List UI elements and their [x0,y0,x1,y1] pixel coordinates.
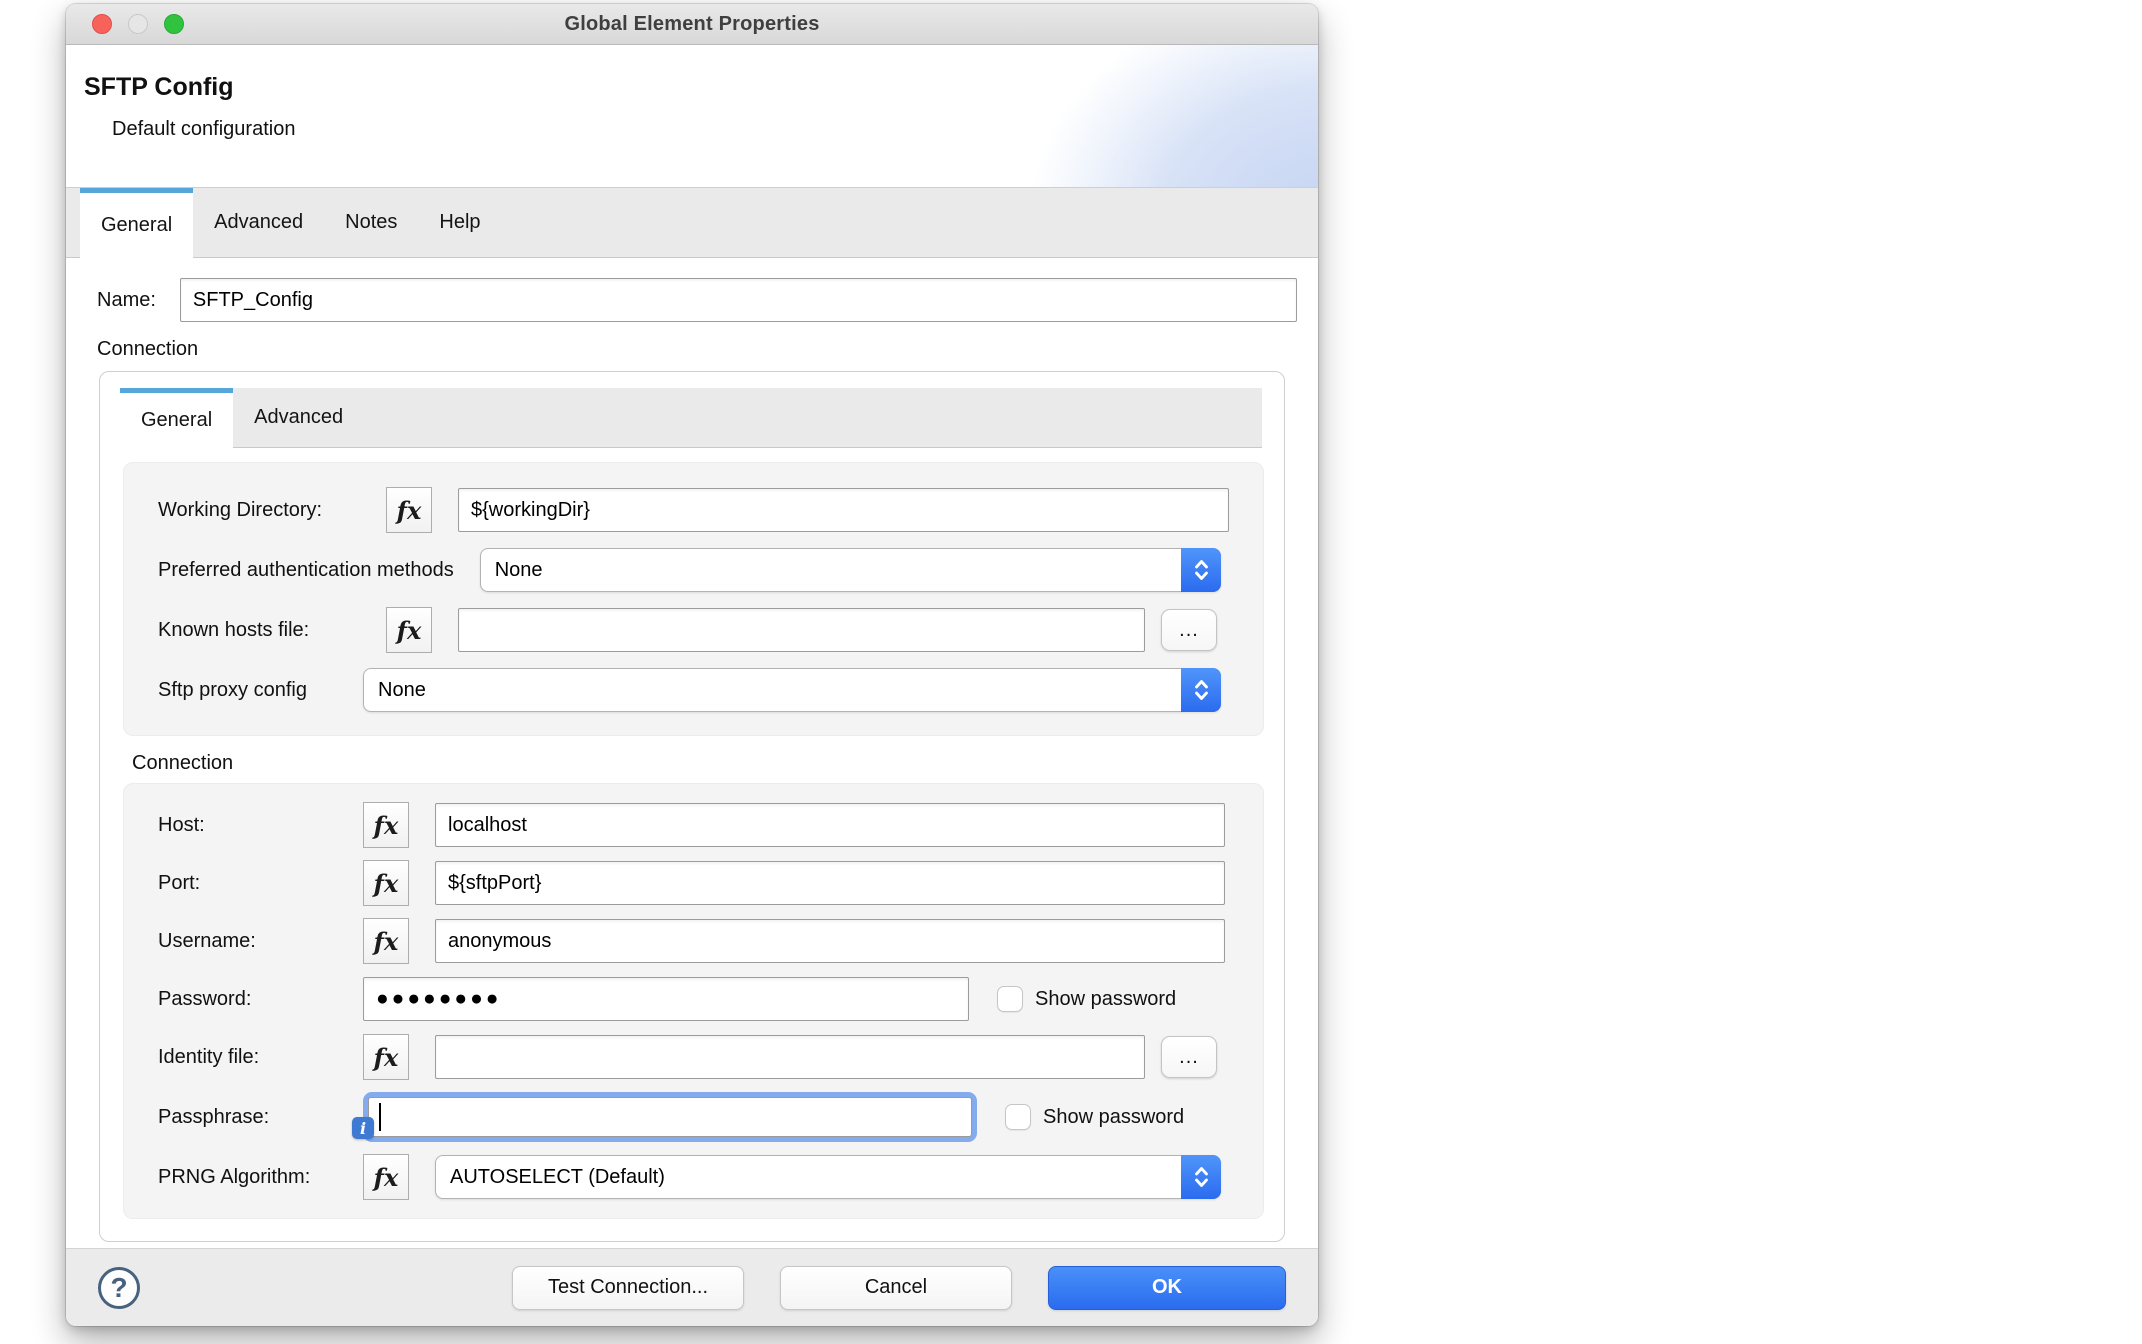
general-settings-group: Working Directory: fx Preferred authenti… [123,462,1264,736]
preferred-auth-label: Preferred authentication methods [158,559,454,582]
fx-icon: fx [397,496,422,525]
connection-settings-group: Host: fx Port: fx Username: fx [123,783,1264,1219]
title-bar: Global Element Properties [66,4,1318,45]
dropdown-stepper-icon [1181,1155,1221,1199]
username-input[interactable] [435,919,1225,963]
password-label: Password: [158,988,363,1011]
passphrase-label: Passphrase: [158,1106,363,1129]
connection-section-label: Connection [97,338,1297,361]
desktop-background: Global Element Properties SFTP Config De… [0,0,2142,1344]
fx-button[interactable]: fx [363,860,409,906]
tab-notes[interactable]: Notes [324,188,418,257]
fx-button[interactable]: fx [386,487,432,533]
fx-button[interactable]: fx [363,1034,409,1080]
zoom-button[interactable] [164,14,184,34]
tab-advanced[interactable]: Advanced [193,188,324,257]
password-input[interactable]: ●●●●●●●● [363,977,969,1021]
port-input[interactable] [435,861,1225,905]
sftp-proxy-row: Sftp proxy config None [158,667,1229,713]
fx-icon: fx [374,1163,399,1192]
dropdown-stepper-icon [1181,548,1221,592]
show-passphrase-checkbox[interactable]: Show password [1005,1104,1184,1130]
browse-button[interactable]: ... [1161,1036,1217,1078]
window-controls [92,14,184,34]
window-title: Global Element Properties [564,13,819,36]
identity-file-input[interactable] [435,1035,1145,1079]
host-label: Host: [158,814,363,837]
known-hosts-row: Known hosts file: fx ... [158,607,1229,653]
identity-file-label: Identity file: [158,1046,363,1069]
checkbox-icon [1005,1104,1031,1130]
dialog-footer: ? Test Connection... Cancel OK [66,1248,1318,1326]
close-button[interactable] [92,14,112,34]
fx-icon: fx [374,927,399,956]
preferred-auth-value: None [495,559,543,582]
password-row: Password: ●●●●●●●● Show password [158,976,1229,1022]
show-password-label: Show password [1035,988,1176,1011]
port-label: Port: [158,872,363,895]
prng-label: PRNG Algorithm: [158,1166,363,1189]
preferred-auth-select[interactable]: None [480,548,1221,592]
checkbox-icon [997,986,1023,1012]
tab-general[interactable]: General [80,188,193,258]
tab-content: Name: Connection General Advanced Workin… [66,258,1318,1248]
fx-icon: fx [397,616,422,645]
sftp-proxy-select[interactable]: None [363,668,1221,712]
known-hosts-input[interactable] [458,608,1145,652]
help-button[interactable]: ? [98,1267,140,1309]
sftp-proxy-label: Sftp proxy config [158,679,363,702]
browse-button[interactable]: ... [1161,609,1217,651]
port-row: Port: fx [158,860,1229,906]
working-directory-input[interactable] [458,488,1229,532]
sftp-proxy-value: None [378,679,426,702]
inner-connection-label: Connection [132,752,1264,775]
dialog-window: Global Element Properties SFTP Config De… [66,4,1318,1326]
connection-tab-bar: General Advanced [120,388,1262,448]
username-row: Username: fx [158,918,1229,964]
connection-tab-general[interactable]: General [120,388,233,448]
connection-tab-advanced[interactable]: Advanced [233,388,364,447]
passphrase-row: Passphrase: i Show password [158,1092,1229,1142]
name-row: Name: [97,278,1297,322]
main-tab-bar: General Advanced Notes Help [66,188,1318,258]
prng-select[interactable]: AUTOSELECT (Default) [435,1155,1221,1199]
preferred-auth-row: Preferred authentication methods None [158,547,1229,593]
dropdown-stepper-icon [1181,668,1221,712]
fx-button[interactable]: fx [363,802,409,848]
host-row: Host: fx [158,802,1229,848]
question-mark-icon: ? [110,1272,127,1304]
fx-button[interactable]: fx [386,607,432,653]
fx-button[interactable]: fx [363,1154,409,1200]
ellipsis-icon: ... [1179,619,1199,642]
fx-icon: fx [374,811,399,840]
host-input[interactable] [435,803,1225,847]
show-password-label: Show password [1043,1106,1184,1129]
working-directory-label: Working Directory: [158,499,386,522]
fx-icon: fx [374,869,399,898]
name-label: Name: [97,289,156,312]
ellipsis-icon: ... [1179,1046,1199,1069]
fx-button[interactable]: fx [363,918,409,964]
known-hosts-label: Known hosts file: [158,619,386,642]
text-cursor-icon [379,1103,381,1131]
page-title: SFTP Config [66,45,1318,102]
connection-group-box: General Advanced Working Directory: fx P… [99,371,1285,1242]
name-input[interactable] [180,278,1297,322]
info-icon: i [352,1117,374,1139]
dialog-header: SFTP Config Default configuration [66,45,1318,188]
prng-row: PRNG Algorithm: fx AUTOSELECT (Default) [158,1154,1229,1200]
test-connection-button[interactable]: Test Connection... [512,1266,744,1310]
cancel-button[interactable]: Cancel [780,1266,1012,1310]
identity-file-row: Identity file: fx ... [158,1034,1229,1080]
username-label: Username: [158,930,363,953]
minimize-button[interactable] [128,14,148,34]
working-directory-row: Working Directory: fx [158,487,1229,533]
fx-icon: fx [374,1043,399,1072]
tab-help[interactable]: Help [418,188,501,257]
ok-button[interactable]: OK [1048,1266,1286,1310]
passphrase-field[interactable]: i [363,1092,977,1142]
prng-value: AUTOSELECT (Default) [450,1166,665,1189]
show-password-checkbox[interactable]: Show password [997,986,1176,1012]
page-subtitle: Default configuration [66,102,1318,141]
